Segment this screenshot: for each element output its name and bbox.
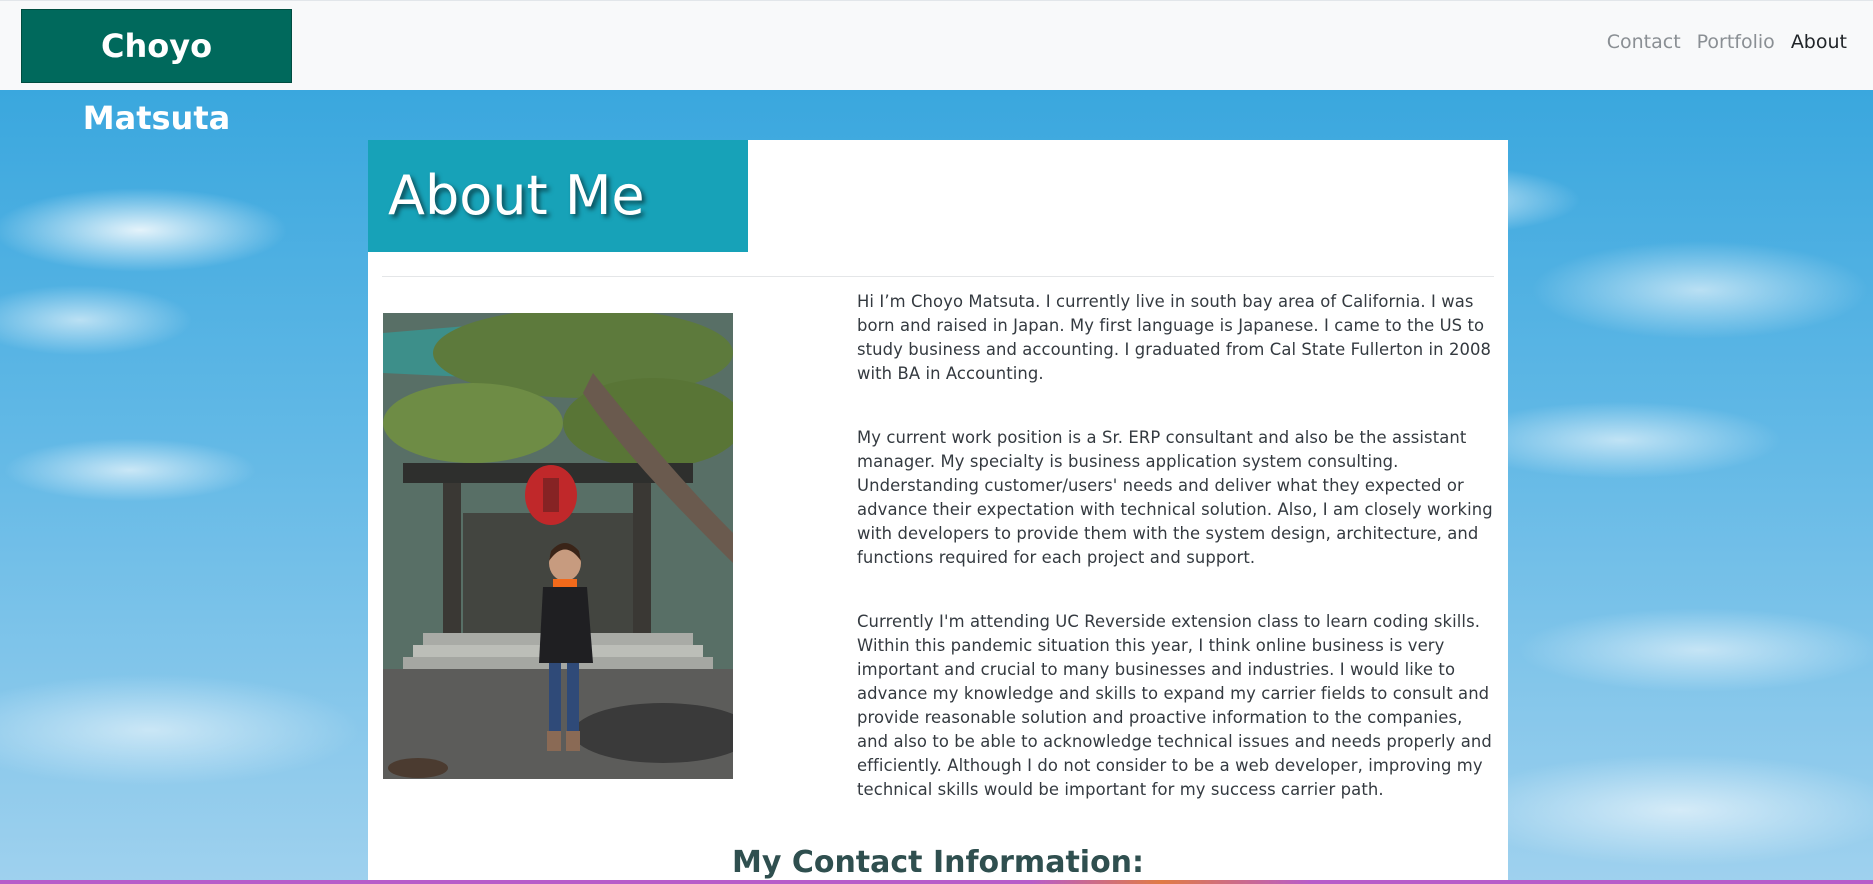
about-card: About Me Hi I’m Choyo Matsuta. I current…	[368, 140, 1508, 884]
bio-paragraph-1: Hi I’m Choyo Matsuta. I currently live i…	[857, 292, 1492, 383]
nav-link-portfolio[interactable]: Portfolio	[1697, 31, 1775, 53]
profile-photo	[383, 313, 733, 779]
nav-links: Contact Portfolio About	[1607, 31, 1847, 53]
page-title: About Me	[388, 164, 645, 227]
bio-paragraph-2: My current work position is a Sr. ERP co…	[857, 428, 1493, 567]
profile-photo-illustration	[383, 313, 733, 779]
contact-heading: My Contact Information:	[731, 845, 1145, 880]
title-banner: About Me	[368, 140, 748, 252]
bio-paragraph-3: Currently I'm attending UC Reverside ext…	[857, 612, 1492, 799]
divider	[382, 276, 1494, 277]
bio-text: Hi I’m Choyo Matsuta. I currently live i…	[857, 290, 1497, 842]
nav-link-about[interactable]: About	[1791, 31, 1847, 53]
brand-logo[interactable]: Choyo Matsuta	[21, 9, 292, 137]
navbar: Choyo Matsuta Contact Portfolio About	[0, 0, 1873, 137]
nav-link-contact[interactable]: Contact	[1607, 31, 1681, 53]
footer-bar	[0, 880, 1873, 884]
